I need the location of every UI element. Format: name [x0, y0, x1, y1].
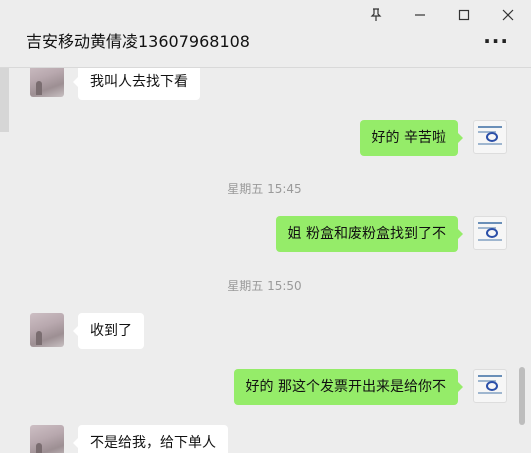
contact-avatar[interactable]: [30, 313, 64, 347]
timestamp: 星期五 15:45: [227, 182, 302, 196]
close-icon[interactable]: [493, 4, 523, 26]
incoming-message[interactable]: 不是给我，给下单人: [73, 425, 228, 453]
my-avatar[interactable]: [473, 120, 507, 154]
chat-scrollbar[interactable]: [519, 367, 525, 425]
my-avatar[interactable]: [473, 369, 507, 403]
outgoing-message[interactable]: 姐 粉盒和废粉盒找到了不: [275, 216, 464, 252]
contact-avatar[interactable]: [30, 425, 64, 453]
more-options-icon[interactable]: ···: [483, 31, 509, 51]
chat-title: 吉安移动黄倩凌13607968108: [26, 32, 250, 51]
minimize-icon[interactable]: [405, 4, 435, 26]
pin-icon[interactable]: [361, 4, 391, 26]
maximize-icon[interactable]: [449, 4, 479, 26]
incoming-message[interactable]: 我叫人去找下看: [73, 68, 200, 100]
outgoing-message[interactable]: 好的 那这个发票开出来是给你不: [233, 369, 464, 405]
incoming-message[interactable]: 收到了: [73, 313, 144, 349]
title-bar: 吉安移动黄倩凌13607968108 ···: [0, 0, 531, 68]
chat-area[interactable]: 我叫人去找下看 好的 辛苦啦 星期五 15:45 姐 粉盒和废粉盒找到了不 星期…: [0, 68, 531, 453]
my-avatar[interactable]: [473, 216, 507, 250]
timestamp: 星期五 15:50: [227, 279, 302, 293]
outgoing-message[interactable]: 好的 辛苦啦: [359, 120, 464, 156]
contact-avatar[interactable]: [30, 68, 64, 97]
